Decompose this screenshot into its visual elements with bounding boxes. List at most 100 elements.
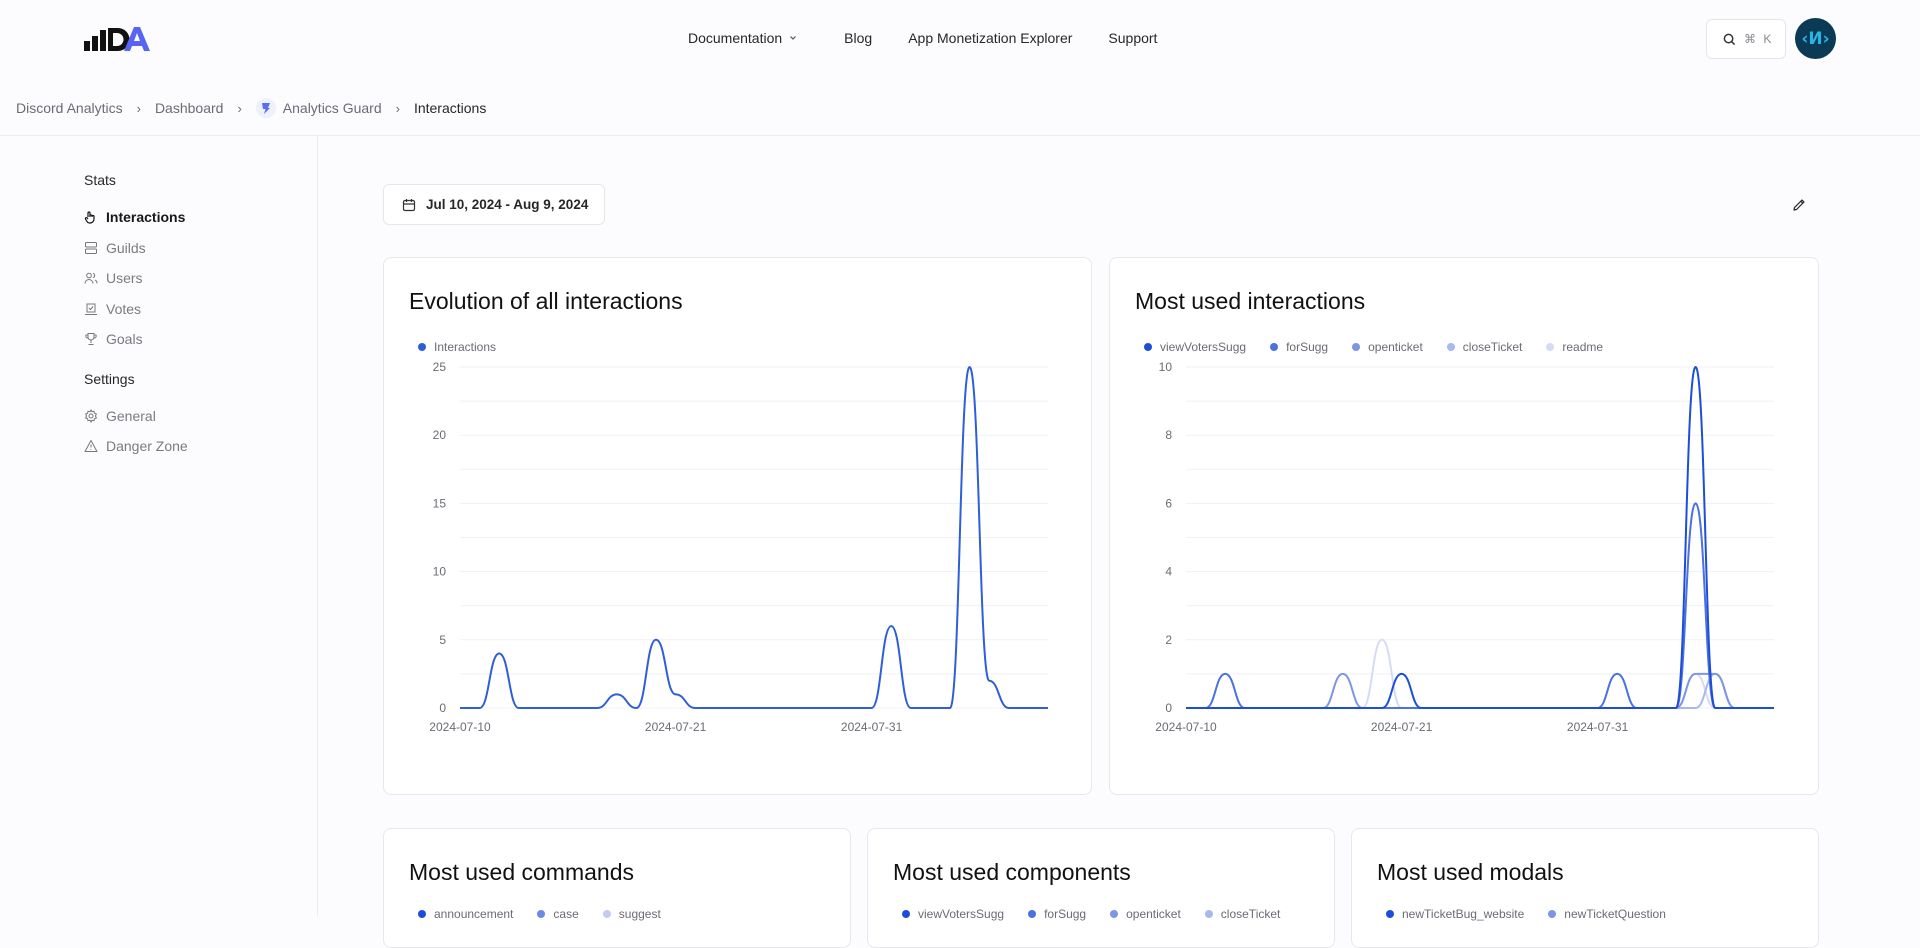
avatar-text: ‹И›	[1801, 28, 1830, 49]
evolution-chart: 0 5 10 15 20 25 2024-07-10 2024-07-21 2024-07-31	[429, 360, 1048, 734]
y-tick-label: 15	[433, 496, 447, 510]
legend-label: suggest	[618, 907, 661, 921]
sidebar-item-label: General	[106, 407, 156, 424]
search-shortcut: ⌘ K	[1744, 32, 1774, 46]
date-range-label: Jul 10, 2024 - Aug 9, 2024	[426, 197, 589, 212]
breadcrumb: Discord Analytics › Dashboard › Analytic…	[16, 98, 486, 118]
most-used-modals-card: Most used modals newTicketBug_website ne…	[1351, 828, 1819, 948]
legend-dot	[902, 910, 910, 918]
user-avatar[interactable]: ‹И›	[1795, 18, 1836, 59]
most-used-commands-card: Most used commands announcement case sug…	[383, 828, 851, 948]
nav-ame-label: App Monetization Explorer	[908, 30, 1073, 46]
sidebar-item-label: Votes	[106, 300, 142, 317]
date-range-picker[interactable]: Jul 10, 2024 - Aug 9, 2024	[383, 184, 605, 225]
sidebar-section-settings: Settings	[84, 370, 135, 387]
pencil-icon	[1793, 199, 1805, 211]
sidebar-item-label: Goals	[106, 331, 143, 348]
series-line-openticket[interactable]	[1185, 672, 1774, 709]
sidebar-item-label: Interactions	[106, 209, 186, 226]
breadcrumb-interactions: Interactions	[413, 100, 487, 116]
legend-dot	[1386, 910, 1394, 918]
sidebar-item-label: Danger Zone	[106, 438, 188, 455]
legend-dot	[1548, 910, 1557, 918]
search-icon	[1723, 33, 1736, 45]
breadcrumb-dashboard[interactable]: Dashboard	[155, 100, 224, 116]
legend-dot	[418, 910, 426, 918]
sidebar-item-votes[interactable]: Votes	[84, 294, 304, 325]
legend-item[interactable]: announcement	[418, 907, 513, 921]
main-nav: Documentation Blog App Monetization Expl…	[688, 30, 1157, 46]
legend-item[interactable]: viewVotersSugg	[902, 907, 1004, 921]
sidebar: Stats Interactions Guilds Users Votes Go…	[84, 172, 304, 462]
discord-analytics-logo[interactable]	[84, 26, 150, 52]
legend-item[interactable]: closeTicket	[1204, 907, 1281, 921]
nav-blog[interactable]: Blog	[844, 30, 872, 46]
users-icon	[84, 272, 98, 284]
card-title: Most used components	[893, 859, 1131, 885]
legend-dot	[537, 910, 546, 918]
y-tick-label: 10	[1159, 360, 1173, 374]
sidebar-item-danger-zone[interactable]: Danger Zone	[84, 431, 304, 462]
evolution-card: Evolution of all interactions Interactio…	[383, 257, 1092, 795]
legend-label: newTicketBug_website	[1402, 907, 1525, 921]
legend-item[interactable]: openticket	[1110, 907, 1181, 921]
edit-button[interactable]	[1788, 194, 1810, 216]
y-tick-label: 4	[1165, 565, 1172, 579]
chart-legend: newTicketBug_website newTicketQuestion	[1386, 907, 1666, 921]
search-button[interactable]: ⌘ K	[1706, 19, 1786, 59]
nav-support-label: Support	[1108, 30, 1158, 46]
trophy-icon	[85, 333, 97, 346]
gear-icon	[84, 408, 98, 423]
breadcrumb-discord-analytics[interactable]: Discord Analytics	[16, 100, 123, 116]
breadcrumb-bot[interactable]: Analytics Guard	[255, 98, 382, 118]
y-tick-label: 8	[1165, 428, 1172, 442]
card-title: Most used modals	[1377, 859, 1564, 885]
y-tick-label: 0	[1165, 701, 1172, 715]
sidebar-item-label: Guilds	[106, 239, 146, 256]
sidebar-item-label: Users	[106, 270, 143, 287]
legend-label: forSugg	[1044, 907, 1087, 921]
x-tick-label: 2024-07-10	[1155, 720, 1217, 734]
chart-legend: announcement case suggest	[418, 907, 661, 921]
nav-support[interactable]: Support	[1108, 30, 1157, 46]
legend-label: closeTicket	[1220, 907, 1281, 921]
sidebar-item-goals[interactable]: Goals	[84, 324, 304, 355]
legend-item[interactable]: newTicketQuestion	[1548, 907, 1666, 921]
chevron-right-icon: ›	[395, 100, 400, 116]
most-used-interactions-card: Most used interactions viewVotersSugg for…	[1109, 257, 1819, 795]
y-tick-label: 10	[433, 565, 447, 579]
card-title: Most used commands	[409, 859, 634, 885]
y-tick-label: 5	[439, 633, 446, 647]
nav-blog-label: Blog	[844, 30, 873, 46]
chart-legend: viewVotersSugg forSugg openticket closeT…	[902, 907, 1280, 921]
legend-item[interactable]: forSugg	[1028, 907, 1086, 921]
x-tick-label: 2024-07-31	[1567, 720, 1629, 734]
chevron-right-icon: ›	[136, 100, 141, 116]
legend-dot	[1110, 910, 1119, 918]
sidebar-item-general[interactable]: General	[84, 401, 304, 432]
chevron-right-icon: ›	[237, 100, 242, 116]
sidebar-section-stats: Stats	[84, 172, 116, 188]
x-tick-label: 2024-07-31	[841, 720, 903, 734]
sidebar-item-guilds[interactable]: Guilds	[84, 233, 304, 264]
legend-label: newTicketQuestion	[1564, 907, 1666, 921]
legend-item[interactable]: newTicketBug_website	[1386, 907, 1524, 921]
sidebar-item-users[interactable]: Users	[84, 263, 304, 294]
legend-dot	[602, 910, 611, 918]
y-tick-label: 6	[1165, 496, 1172, 510]
legend-dot	[1204, 910, 1213, 918]
calendar-icon	[402, 198, 416, 211]
nav-documentation[interactable]: Documentation	[688, 30, 798, 46]
y-tick-label: 2	[1165, 633, 1172, 647]
y-tick-label: 20	[433, 428, 447, 442]
most-used-components-card: Most used components viewVotersSugg forS…	[867, 828, 1335, 948]
legend-label: openticket	[1126, 907, 1181, 921]
legend-item[interactable]: suggest	[602, 907, 661, 921]
legend-item[interactable]: case	[537, 907, 579, 921]
header-divider	[0, 135, 1920, 136]
breadcrumb-analytics-guard: Analytics Guard	[282, 100, 382, 116]
legend-dot	[1028, 910, 1037, 918]
sidebar-item-interactions[interactable]: Interactions	[84, 202, 304, 233]
nav-app-monetization-explorer[interactable]: App Monetization Explorer	[908, 30, 1072, 46]
pointer-hand-icon	[84, 211, 95, 224]
